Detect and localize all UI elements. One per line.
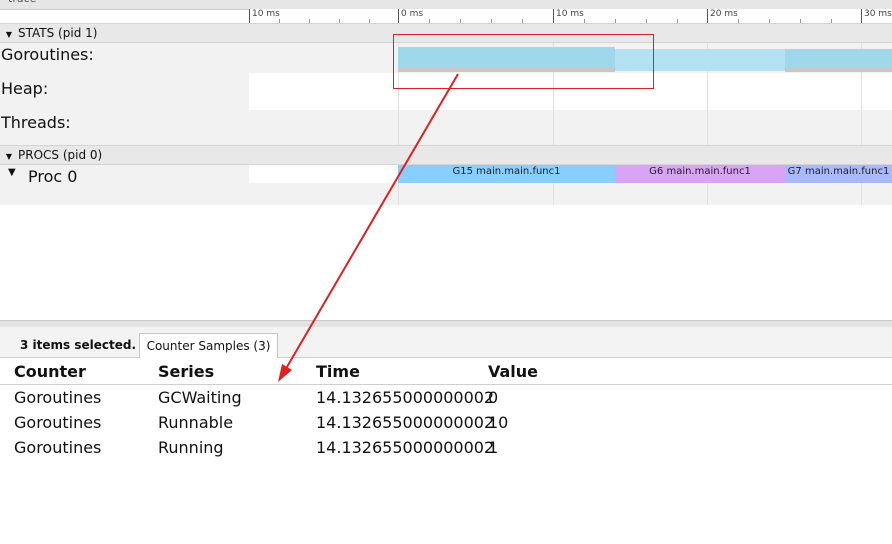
window-title: trace: [8, 0, 36, 5]
cell-counter: Goroutines: [14, 388, 102, 407]
counter-bar-gcwaiting-2[interactable]: [785, 49, 892, 67]
cell-value: 0: [488, 388, 499, 407]
ruler-tick: 10 ms: [553, 9, 584, 23]
proc0-track[interactable]: G15 main.main.func1 G6 main.main.func1 G…: [249, 165, 892, 205]
ruler-tick: 20 ms: [707, 9, 738, 23]
cell-time: 14.132655000000002: [316, 413, 495, 432]
cell-time: 14.132655000000002: [316, 388, 495, 407]
tab-counter-samples[interactable]: Counter Samples (3): [139, 333, 278, 358]
procs-group-header[interactable]: ▼ PROCS (pid 0): [0, 145, 892, 165]
cell-series: Runnable: [158, 413, 234, 432]
row-label-threads: Threads:: [1, 113, 71, 132]
column-header-time[interactable]: Time: [316, 362, 360, 381]
cell-value: 10: [488, 413, 509, 432]
expand-triangle-icon[interactable]: ▼: [8, 167, 16, 178]
cell-time: 14.132655000000002: [316, 438, 495, 457]
cell-counter: Goroutines: [14, 413, 102, 432]
slice-g7[interactable]: G7 main.main.func1: [785, 165, 892, 183]
row-label-goroutines: Goroutines:: [1, 45, 94, 64]
time-ruler[interactable]: 10 ms 0 ms 10 ms 20 ms 30 ms: [249, 9, 892, 24]
cell-series: Running: [158, 438, 224, 457]
selection-highlight-box: [393, 34, 654, 89]
column-header-value[interactable]: Value: [488, 362, 538, 381]
cell-counter: Goroutines: [14, 438, 102, 457]
ruler-tick: 10 ms: [249, 9, 280, 23]
ruler-tick: 0 ms: [398, 9, 423, 23]
row-label-heap: Heap:: [1, 79, 49, 98]
counter-bar-running-2[interactable]: [785, 67, 892, 72]
collapse-triangle-icon[interactable]: ▼: [0, 148, 18, 166]
collapse-triangle-icon[interactable]: ▼: [0, 26, 18, 44]
column-header-series[interactable]: Series: [158, 362, 214, 381]
table-header: Counter Series Time Value: [0, 358, 892, 385]
row-label-proc0: Proc 0: [28, 167, 78, 186]
selection-info: 3 items selected.: [20, 338, 137, 352]
slice-g15[interactable]: G15 main.main.func1: [398, 165, 615, 183]
cell-value: 1: [488, 438, 499, 457]
stats-group-label: STATS (pid 1): [18, 26, 98, 40]
procs-group-label: PROCS (pid 0): [18, 148, 103, 162]
stats-label-column: Goroutines: Heap: Threads:: [0, 43, 250, 145]
cell-series: GCWaiting: [158, 388, 242, 407]
threads-track[interactable]: [249, 110, 892, 145]
slice-g6[interactable]: G6 main.main.func1: [615, 165, 785, 183]
column-header-counter[interactable]: Counter: [14, 362, 86, 381]
procs-label-column: ▼ Proc 0: [0, 165, 250, 205]
ruler-tick: 30 ms: [861, 9, 892, 23]
